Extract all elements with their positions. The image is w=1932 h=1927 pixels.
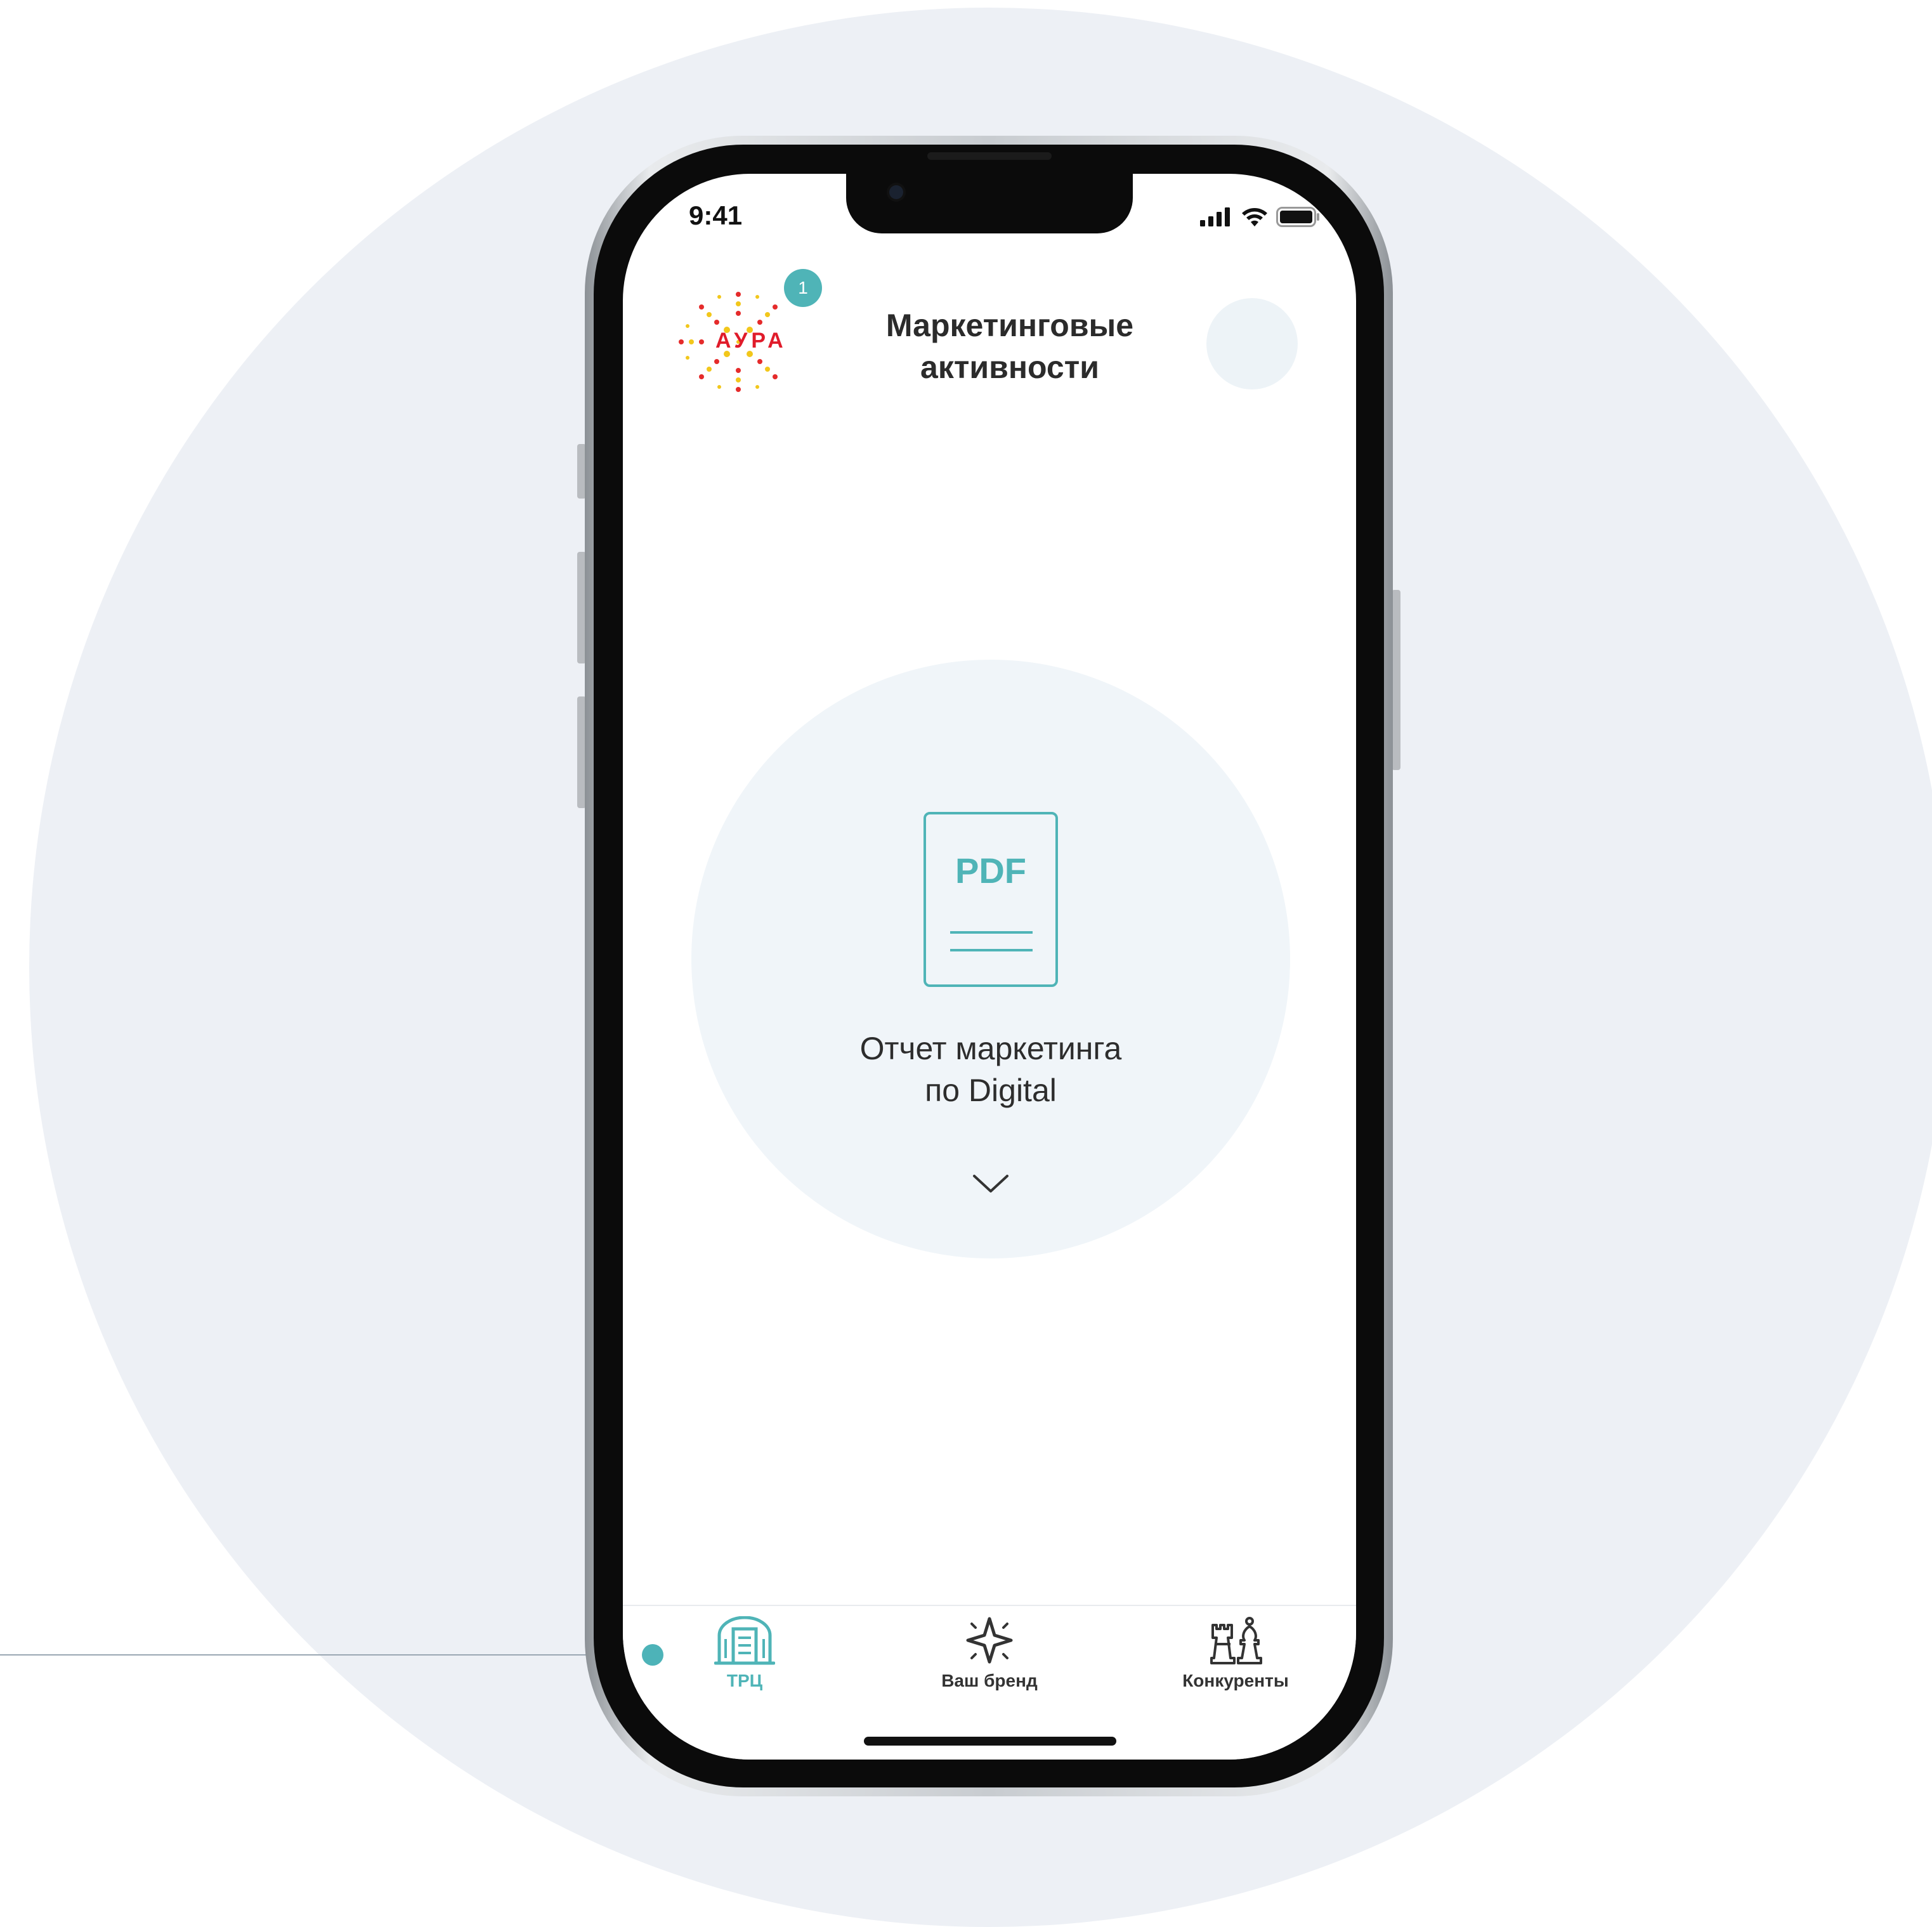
signal-icon [1200,207,1230,226]
front-camera [889,185,903,199]
home-indicator[interactable] [864,1737,1116,1746]
avatar[interactable] [1206,298,1298,389]
mall-building-icon [714,1616,775,1665]
phone-speaker [927,152,1052,160]
pdf-line [950,949,1033,951]
report-card[interactable]: PDF Отчет маркетинга по Digital [691,660,1290,1258]
tab-label: Ваш бренд [941,1671,1038,1690]
page-title-line1: Маркетинговые [885,308,1134,343]
callout-line [0,1654,653,1656]
report-title-line1: Отчет маркетинга [859,1031,1122,1066]
report-title: Отчет маркетинга по Digital [755,1028,1227,1111]
tab-label: ТРЦ [726,1671,763,1690]
phone-screen: 9:41 АУРА 1 Маркетинговые активности PDF… [623,174,1356,1760]
report-title-line2: по Digital [925,1073,1057,1108]
page-title-line2: активности [920,349,1099,385]
callout-dot [642,1644,663,1666]
status-time: 9:41 [689,200,743,230]
page-title: Маркетинговые активности [819,304,1200,388]
battery-icon [1276,207,1319,227]
status-icons [1200,207,1321,227]
phone-power-button [1392,590,1400,770]
tab-your-brand[interactable]: Ваш бренд [894,1616,1085,1718]
notch [846,174,1133,233]
logo-text: АУРА [715,329,787,353]
tab-trc[interactable]: ТРЦ [649,1616,840,1718]
pdf-document-icon[interactable]: PDF [924,812,1058,987]
pdf-label: PDF [955,851,1026,891]
tab-label: Конкуренты [1182,1671,1289,1690]
chevron-down-icon[interactable] [970,1171,1011,1196]
aura-logo: АУРА [679,292,787,392]
wifi-icon [1242,208,1267,226]
tab-competitors[interactable]: Конкуренты [1140,1616,1331,1718]
sparkle-star-icon [966,1617,1013,1664]
notification-badge[interactable]: 1 [784,269,822,307]
chess-pieces-icon [1210,1617,1262,1664]
pdf-line [950,931,1033,934]
